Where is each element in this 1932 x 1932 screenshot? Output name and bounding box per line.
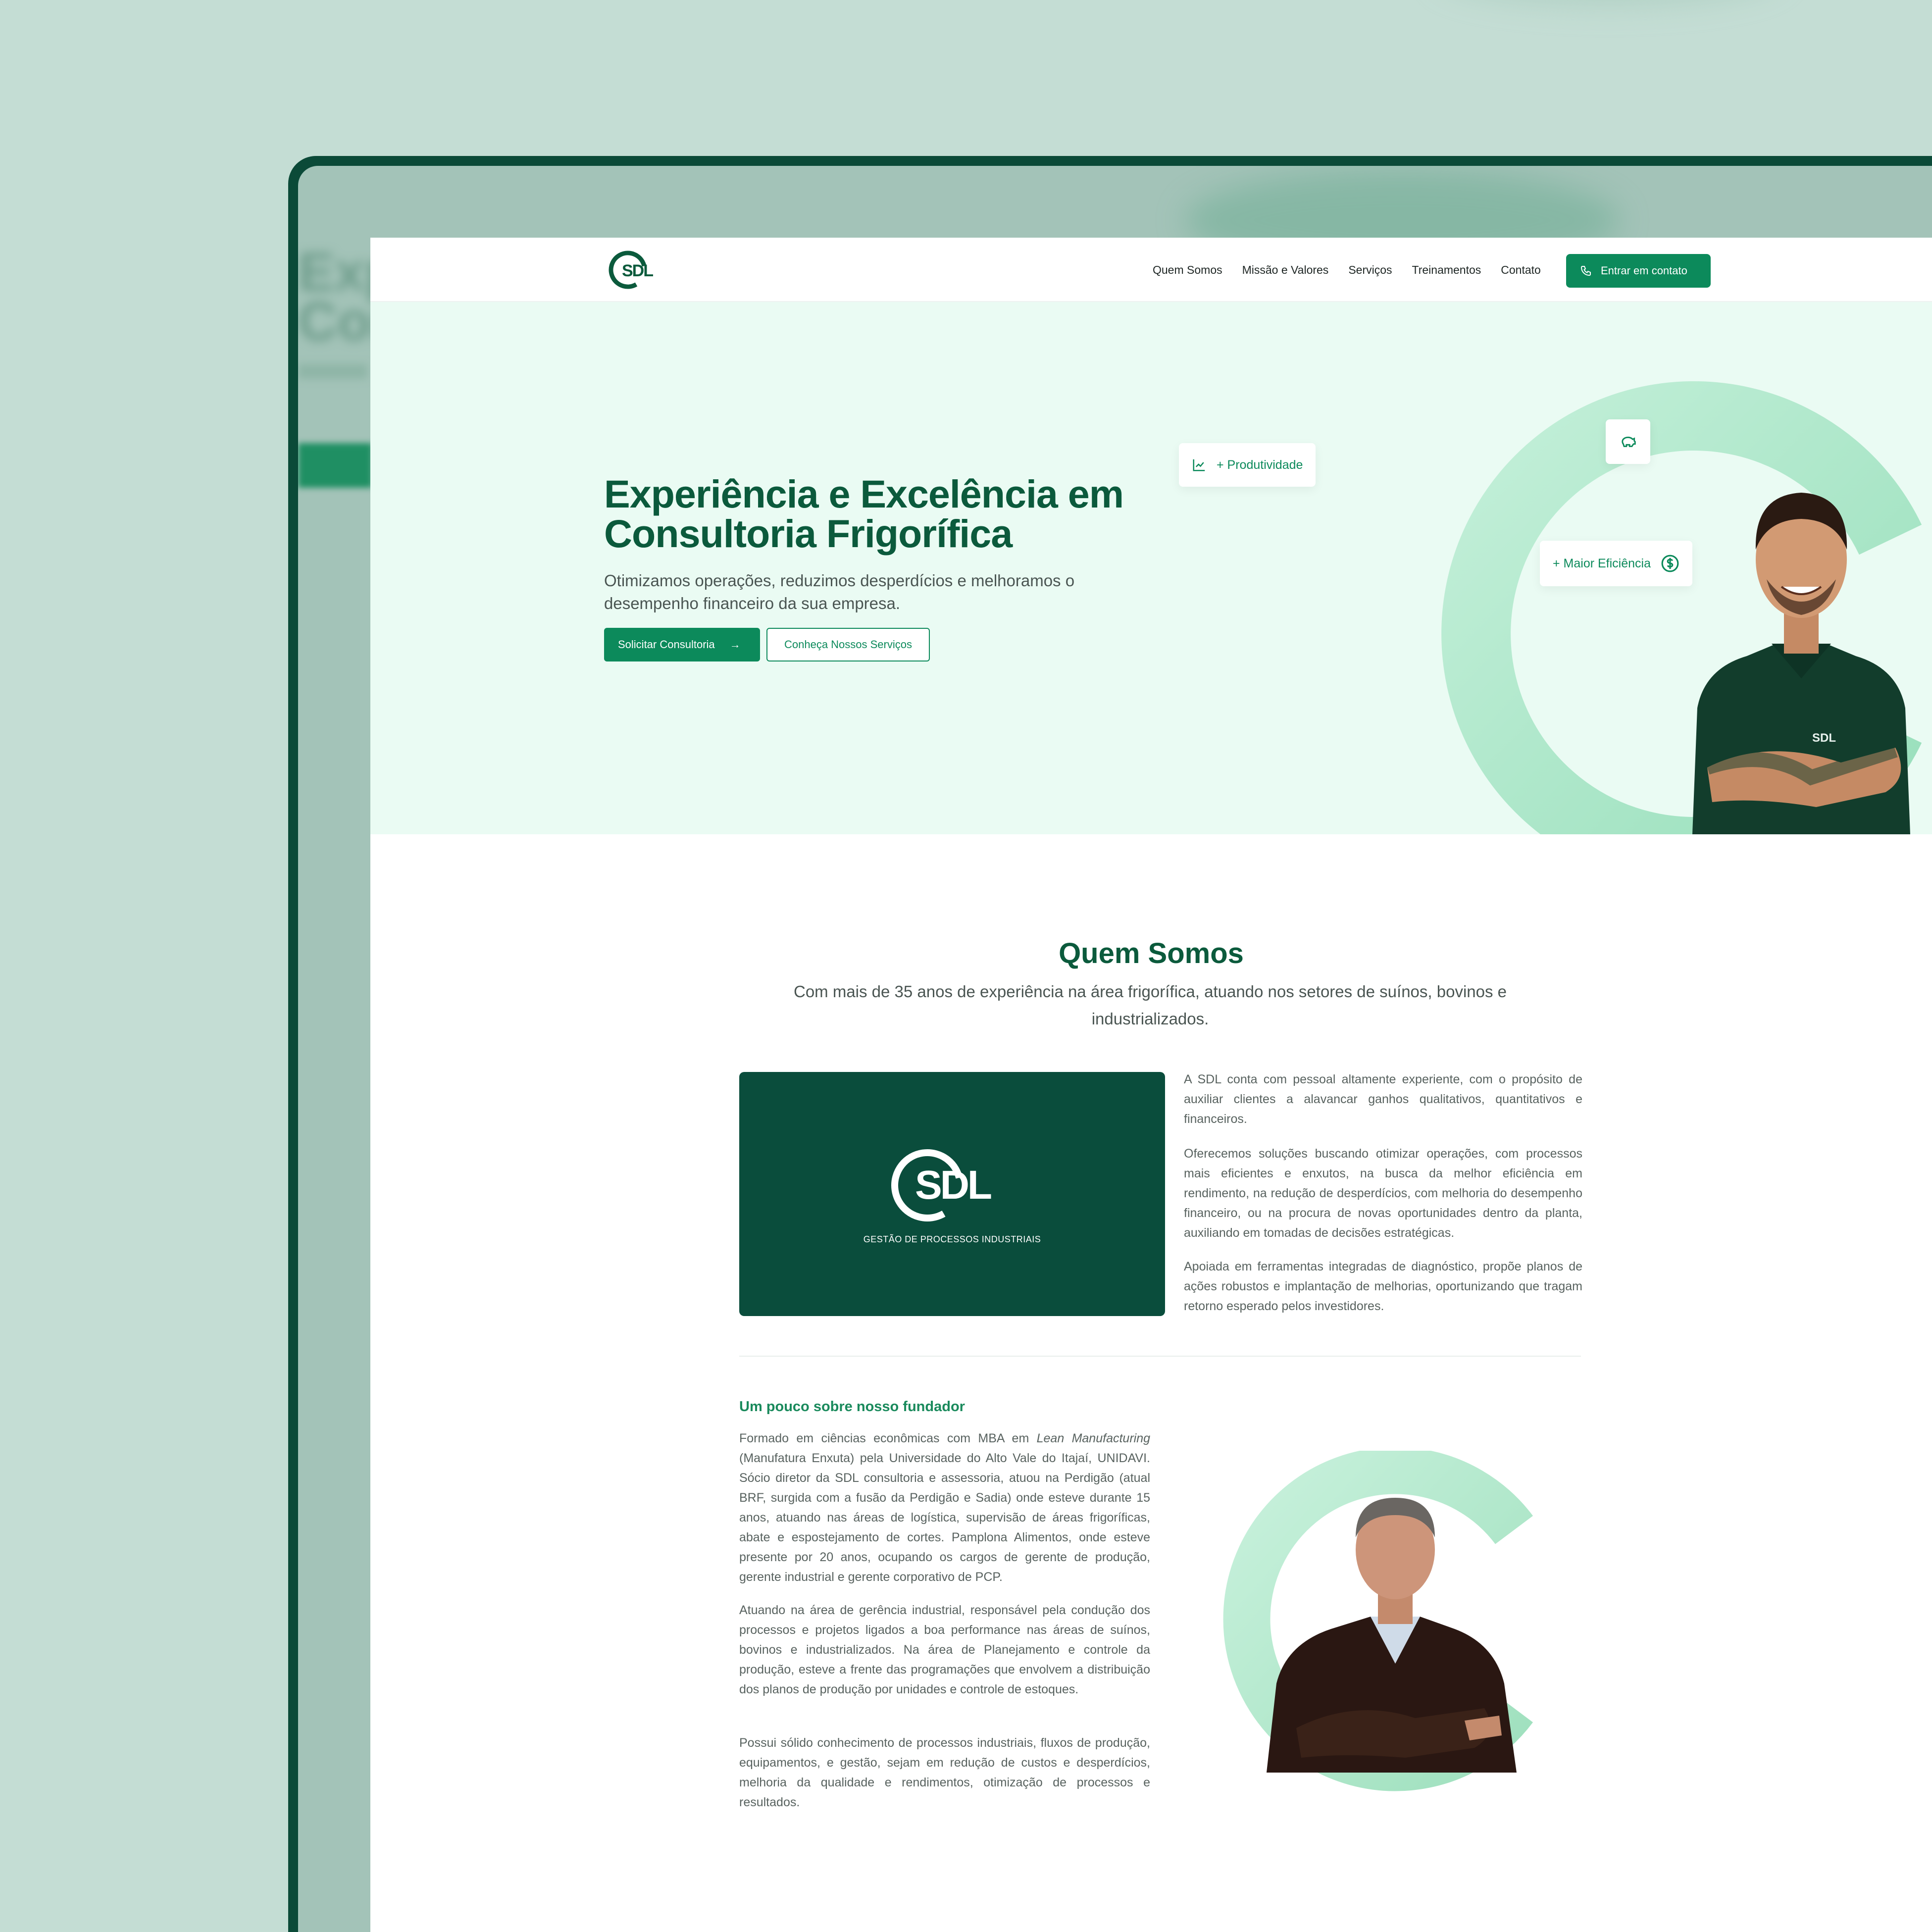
piggy-bank-icon [1622,436,1636,447]
hero-section: Experiência e Excelência em Consultoria … [370,302,1932,834]
founder-paragraph-3: Possui sólido conhecimento de processos … [739,1736,1150,1809]
blurred-background-button [298,443,372,488]
navbar: SDL Quem Somos Missão e Valores Serviços… [370,238,1932,302]
request-consulting-label: Solicitar Consultoria [618,638,715,651]
about-subtitle: Com mais de 35 anos de experiência na ár… [793,982,1507,1028]
sdl-logo-card: SDL GESTÃO DE PROCESSOS INDUSTRIAIS [739,1072,1165,1316]
nav-link-contato[interactable]: Contato [1501,263,1541,277]
productivity-badge: + Produtividade [1179,443,1316,487]
phone-icon [1580,266,1591,276]
arrow-right-icon: → [729,638,741,651]
card-logo-text: SDL [915,1163,991,1208]
nav-links: Quem Somos Missão e Valores Serviços Tre… [1153,263,1541,277]
nav-link-missao-valores[interactable]: Missão e Valores [1242,263,1329,277]
founder-p1-after: (Manufatura Enxuta) pela Universidade do… [739,1451,1150,1584]
contact-button-label: Entrar em contato [1601,264,1687,277]
blurred-background-line [298,364,367,379]
services-button-label: Conheça Nossos Serviços [784,638,912,651]
founder-photo [1267,1498,1517,1773]
services-button[interactable]: Conheça Nossos Serviços [766,628,930,661]
hero-title: Experiência e Excelência em Consultoria … [604,472,1124,556]
sdl-logo-large: SDL [891,1149,993,1221]
founder-illustration [1223,1451,1533,1791]
about-paragraph-3: Apoiada em ferramentas integradas de dia… [1184,1260,1582,1313]
request-consulting-button[interactable]: Solicitar Consultoria → [604,628,760,661]
nav-link-servicos[interactable]: Serviços [1348,263,1392,277]
productivity-label: + Produtividade [1217,458,1303,472]
efficiency-label: + Maior Eficiência [1553,556,1651,570]
section-divider [739,1356,1581,1357]
founder-paragraph-1: Formado em ciências econômicas com MBA e… [739,1428,1150,1587]
sdl-logo[interactable]: SDL [608,249,672,291]
background-blur [1436,0,1782,5]
about-paragraph-1: A SDL conta com pessoal altamente experi… [1184,1072,1582,1126]
dollar-circle-icon [1661,555,1679,572]
chart-line-icon [1193,459,1205,471]
founder-p1-before: Formado em ciências econômicas com MBA e… [739,1431,1037,1445]
nav-link-treinamentos[interactable]: Treinamentos [1412,263,1481,277]
about-paragraph-2: Oferecemos soluções buscando otimizar op… [1184,1147,1582,1240]
website: SDL Quem Somos Missão e Valores Serviços… [370,238,1932,1932]
logo-tagline: GESTÃO DE PROCESSOS INDUSTRIAIS [863,1234,1041,1244]
contact-button[interactable]: Entrar em contato [1566,254,1711,288]
hero-subtitle: Otimizamos operações, reduzimos desperdí… [604,571,1075,612]
nav-link-quem-somos[interactable]: Quem Somos [1153,263,1222,277]
efficiency-badge: + Maior Eficiência [1540,541,1692,586]
founder-p1-italic: Lean Manufacturing [1036,1431,1151,1445]
founder-title: Um pouco sobre nosso fundador [739,1399,965,1415]
shirt-logo: SDL [1812,731,1836,745]
about-title: Quem Somos [1059,937,1244,969]
logo-text: SDL [622,261,653,280]
founder-paragraph-2: Atuando na área de gerência industrial, … [739,1603,1150,1696]
piggy-bank-badge [1606,419,1650,464]
